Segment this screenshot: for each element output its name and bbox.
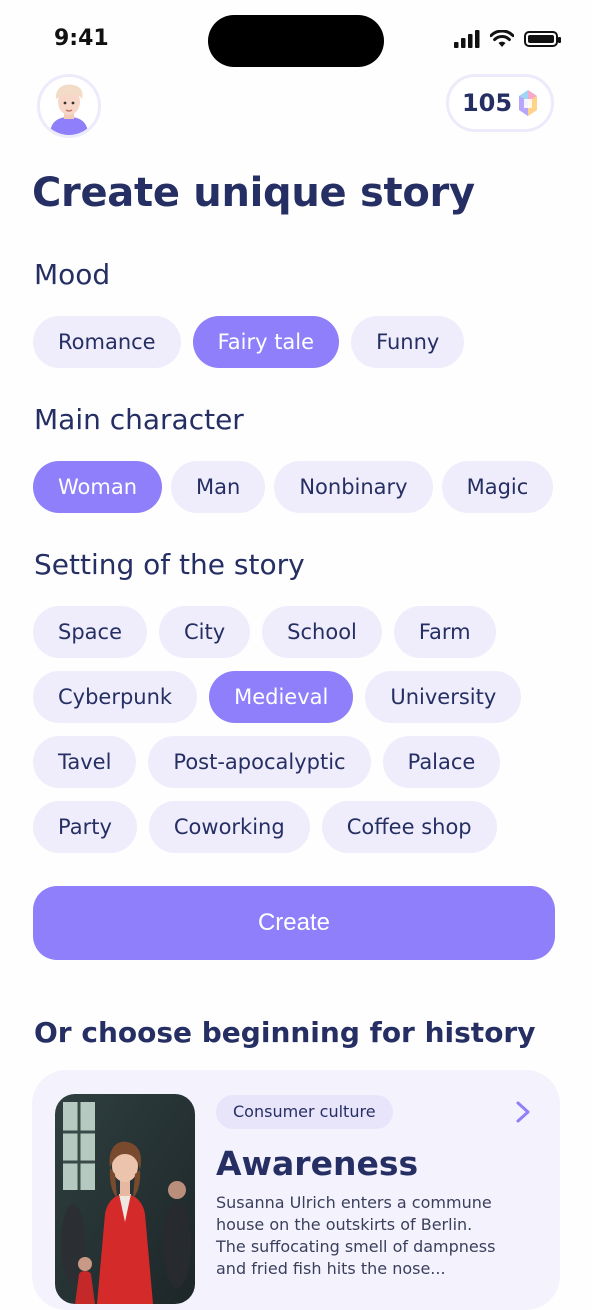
- setting-chip-coffee-shop[interactable]: Coffee shop: [321, 801, 497, 853]
- setting-options-row-1: Space City School Farm: [33, 606, 496, 658]
- setting-chip-party[interactable]: Party: [33, 801, 137, 853]
- mood-chip-fairy-tale[interactable]: Fairy tale: [192, 316, 340, 368]
- status-bar: 9:41: [0, 0, 592, 80]
- character-chip-woman[interactable]: Woman: [33, 461, 163, 513]
- setting-options-row-2: Cyberpunk Medieval University: [33, 671, 522, 723]
- setting-chip-palace[interactable]: Palace: [382, 736, 501, 788]
- setting-chip-school[interactable]: School: [262, 606, 382, 658]
- cellular-signal-icon: [454, 30, 480, 48]
- main-character-options: Woman Man Nonbinary Magic: [33, 461, 554, 513]
- setting-chip-university[interactable]: University: [365, 671, 522, 723]
- main-character-section-title: Main character: [34, 403, 244, 436]
- avatar[interactable]: [37, 74, 101, 138]
- setting-chip-farm[interactable]: Farm: [393, 606, 496, 658]
- battery-icon: [524, 31, 561, 47]
- wifi-icon: [490, 30, 514, 47]
- character-chip-nonbinary[interactable]: Nonbinary: [274, 461, 433, 513]
- setting-chip-tavel[interactable]: Tavel: [33, 736, 137, 788]
- setting-chip-post-apocalyptic[interactable]: Post-apocalyptic: [148, 736, 371, 788]
- coin-balance[interactable]: 105: [446, 74, 554, 132]
- story-title: Awareness: [216, 1144, 419, 1183]
- character-chip-man[interactable]: Man: [171, 461, 266, 513]
- status-icons: [454, 30, 561, 48]
- setting-options-row-3: Tavel Post-apocalyptic Palace: [33, 736, 501, 788]
- coin-count: 105: [461, 89, 513, 117]
- status-time: 9:41: [54, 26, 109, 51]
- create-button[interactable]: Create: [33, 886, 555, 960]
- crystal-gem-icon: [519, 90, 538, 116]
- story-card[interactable]: Consumer culture Awareness Susanna Ulric…: [32, 1070, 560, 1310]
- mood-chip-romance[interactable]: Romance: [33, 316, 181, 368]
- story-image: [55, 1094, 195, 1304]
- setting-chip-space[interactable]: Space: [33, 606, 147, 658]
- setting-chip-cyberpunk[interactable]: Cyberpunk: [33, 671, 198, 723]
- chevron-right-icon[interactable]: [512, 1098, 534, 1126]
- setting-chip-city[interactable]: City: [159, 606, 251, 658]
- character-chip-magic[interactable]: Magic: [441, 461, 554, 513]
- story-illustration: [55, 1094, 195, 1304]
- story-description: Susanna Ulrich enters a commune house on…: [216, 1193, 496, 1278]
- user-avatar-icon: [40, 77, 98, 135]
- beginnings-section-title: Or choose beginning for history: [34, 1016, 536, 1049]
- mood-section-title: Mood: [34, 258, 111, 291]
- dynamic-island: [208, 15, 384, 67]
- page-title: Create unique story: [32, 170, 475, 216]
- story-tag: Consumer culture: [216, 1095, 393, 1129]
- mood-chip-funny[interactable]: Funny: [351, 316, 465, 368]
- setting-chip-coworking[interactable]: Coworking: [148, 801, 310, 853]
- setting-options-row-4: Party Coworking Coffee shop: [33, 801, 497, 853]
- mood-options: Romance Fairy tale Funny: [33, 316, 465, 368]
- setting-section-title: Setting of the story: [34, 548, 305, 581]
- setting-chip-medieval[interactable]: Medieval: [209, 671, 354, 723]
